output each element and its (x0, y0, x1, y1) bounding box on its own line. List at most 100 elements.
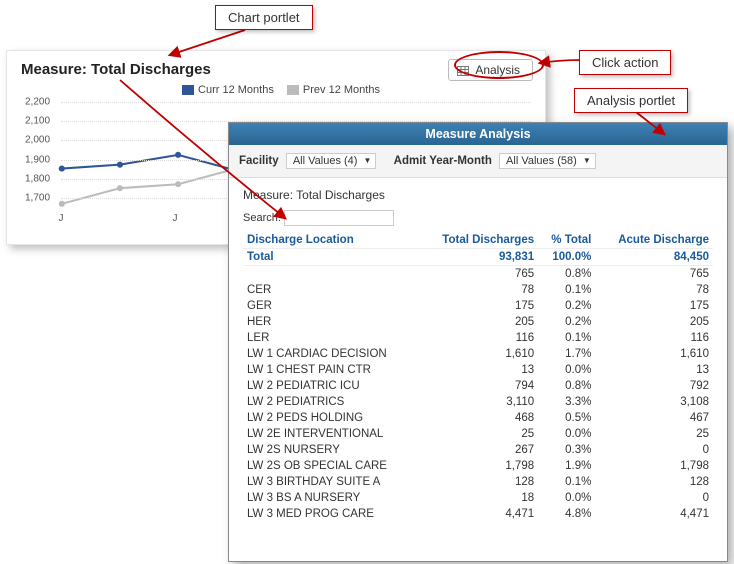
cell-td: 4,471 (419, 506, 538, 522)
legend-swatch-curr (182, 85, 194, 95)
legend-swatch-prev (287, 85, 299, 95)
cell-loc: CER (243, 282, 419, 298)
table-row[interactable]: LW 2S NURSERY2670.3%0 (243, 442, 713, 458)
cell-pct: 1.9% (538, 458, 595, 474)
table-row[interactable]: 7650.8%765 (243, 266, 713, 283)
cell-pct: 0.0% (538, 426, 595, 442)
cell-pct: 3.3% (538, 394, 595, 410)
cell-td: 13 (419, 362, 538, 378)
cell-td: 175 (419, 298, 538, 314)
cell-loc: LW 3 BS A NURSERY (243, 490, 419, 506)
chart-legend: Curr 12 Months Prev 12 Months (21, 84, 531, 96)
cell-ad: 78 (595, 282, 713, 298)
cell-ad: 84,450 (595, 249, 713, 266)
cell-pct: 0.8% (538, 378, 595, 394)
measure-label: Measure: (243, 188, 293, 202)
table-row[interactable]: LW 2 PEDS HOLDING4680.5%467 (243, 410, 713, 426)
cell-pct: 0.1% (538, 474, 595, 490)
cell-loc: LW 1 CHEST PAIN CTR (243, 362, 419, 378)
table-row[interactable]: LW 3 BS A NURSERY180.0%0 (243, 490, 713, 506)
cell-pct: 100.0% (538, 249, 595, 266)
filter-facility-label: Facility (239, 155, 279, 167)
table-row[interactable]: LW 1 CARDIAC DECISION1,6101.7%1,610 (243, 346, 713, 362)
cell-td: 794 (419, 378, 538, 394)
table-row[interactable]: LER1160.1%116 (243, 330, 713, 346)
cell-loc: LW 2S NURSERY (243, 442, 419, 458)
cell-loc: LW 1 CARDIAC DECISION (243, 346, 419, 362)
table-row[interactable]: LW 2 PEDIATRICS3,1103.3%3,108 (243, 394, 713, 410)
cell-loc: LW 2 PEDS HOLDING (243, 410, 419, 426)
cell-ad: 0 (595, 490, 713, 506)
analysis-portlet-header: Measure Analysis (229, 123, 727, 145)
cell-ad: 1,798 (595, 458, 713, 474)
cell-loc (243, 266, 419, 283)
legend-curr: Curr 12 Months (198, 84, 274, 96)
filter-admit-value: All Values (58) (506, 155, 577, 167)
table-row[interactable]: LW 2E INTERVENTIONAL250.0%25 (243, 426, 713, 442)
cell-ad: 4,471 (595, 506, 713, 522)
y-tick-label: 2,000 (25, 135, 50, 146)
cell-loc: LW 2 PEDIATRICS (243, 394, 419, 410)
table-row[interactable]: LW 3 MED PROG CARE4,4714.8%4,471 (243, 506, 713, 522)
cell-td: 93,831 (419, 249, 538, 266)
cell-pct: 1.7% (538, 346, 595, 362)
cell-ad: 0 (595, 442, 713, 458)
y-tick-label: 1,700 (25, 193, 50, 204)
callout-label: Analysis portlet (587, 93, 675, 108)
cell-pct: 0.0% (538, 362, 595, 378)
cell-pct: 0.1% (538, 330, 595, 346)
analysis-search: Search: (243, 210, 713, 226)
table-row[interactable]: GER1750.2%175 (243, 298, 713, 314)
cell-pct: 4.8% (538, 506, 595, 522)
table-row[interactable]: LW 2S OB SPECIAL CARE1,7981.9%1,798 (243, 458, 713, 474)
cell-loc: LER (243, 330, 419, 346)
y-tick-label: 1,900 (25, 154, 50, 165)
table-row[interactable]: LW 1 CHEST PAIN CTR130.0%13 (243, 362, 713, 378)
cell-td: 116 (419, 330, 538, 346)
cell-loc: LW 2E INTERVENTIONAL (243, 426, 419, 442)
cell-ad: 205 (595, 314, 713, 330)
cell-ad: 116 (595, 330, 713, 346)
table-row[interactable]: CER780.1%78 (243, 282, 713, 298)
cell-ad: 1,610 (595, 346, 713, 362)
cell-td: 765 (419, 266, 538, 283)
cell-pct: 0.0% (538, 490, 595, 506)
cell-ad: 25 (595, 426, 713, 442)
filter-admit-select[interactable]: All Values (58) (499, 153, 596, 169)
col-pct-total[interactable]: % Total (538, 232, 595, 249)
cell-ad: 792 (595, 378, 713, 394)
cell-pct: 0.3% (538, 442, 595, 458)
callout-chart-portlet: Chart portlet (215, 5, 313, 30)
cell-pct: 0.2% (538, 298, 595, 314)
cell-loc: Total (243, 249, 419, 266)
cell-td: 267 (419, 442, 538, 458)
col-acute-discharge[interactable]: Acute Discharge (595, 232, 713, 249)
callout-analysis-portlet: Analysis portlet (574, 88, 688, 113)
cell-td: 18 (419, 490, 538, 506)
y-tick-label: 1,800 (25, 173, 50, 184)
table-row[interactable]: LW 3 BIRTHDAY SUITE A1280.1%128 (243, 474, 713, 490)
cell-td: 78 (419, 282, 538, 298)
cell-ad: 765 (595, 266, 713, 283)
table-total-row: Total93,831100.0%84,450 (243, 249, 713, 266)
col-total-discharges[interactable]: Total Discharges (419, 232, 538, 249)
cell-ad: 128 (595, 474, 713, 490)
cell-ad: 175 (595, 298, 713, 314)
x-tick-label: J (173, 213, 178, 224)
table-row[interactable]: HER2050.2%205 (243, 314, 713, 330)
cell-loc: GER (243, 298, 419, 314)
analysis-measure-title: Measure: Total Discharges (243, 188, 713, 202)
col-discharge-location[interactable]: Discharge Location (243, 232, 419, 249)
filter-facility-select[interactable]: All Values (4) (286, 153, 377, 169)
table-row[interactable]: LW 2 PEDIATRIC ICU7940.8%792 (243, 378, 713, 394)
cell-pct: 0.8% (538, 266, 595, 283)
analysis-table: Discharge Location Total Discharges % To… (243, 232, 713, 522)
x-tick-label: J (59, 213, 64, 224)
analysis-body: Measure: Total Discharges Search: Discha… (229, 178, 727, 532)
analysis-filters: Facility All Values (4) Admit Year-Month… (229, 145, 727, 178)
search-input[interactable] (284, 210, 394, 226)
cell-loc: LW 2 PEDIATRIC ICU (243, 378, 419, 394)
y-tick-label: 2,200 (25, 97, 50, 108)
cell-td: 25 (419, 426, 538, 442)
y-tick-label: 2,100 (25, 116, 50, 127)
